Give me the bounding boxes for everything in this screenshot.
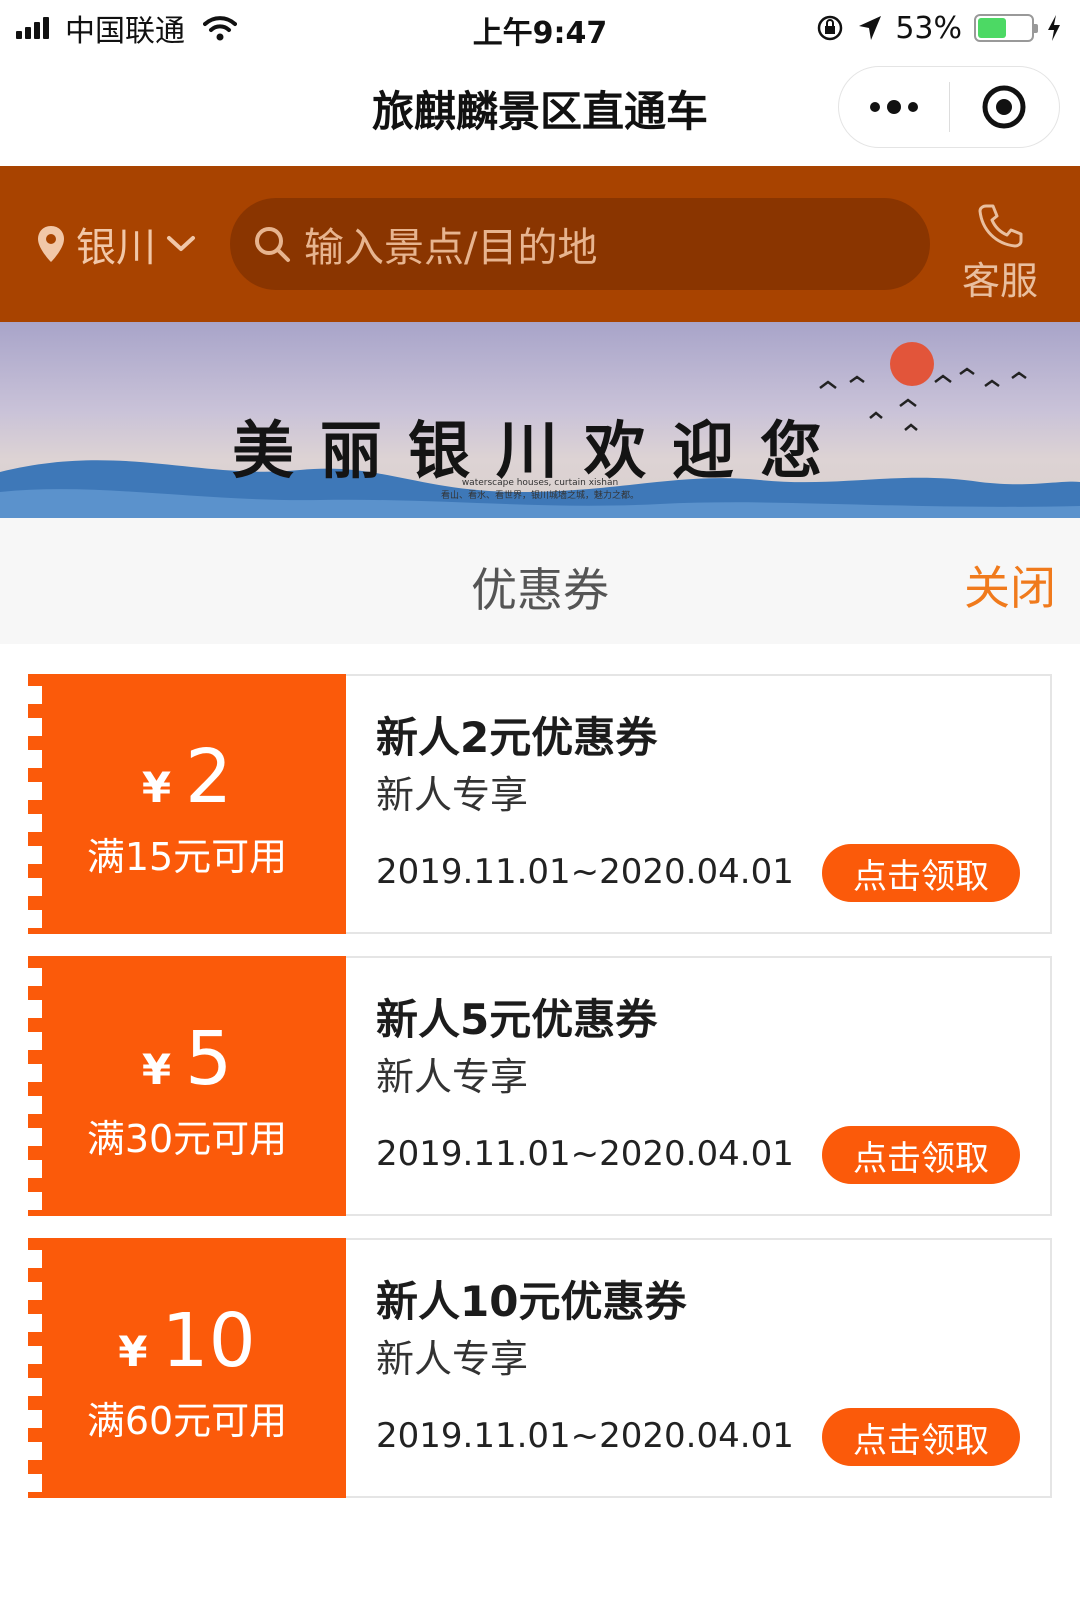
ticket-notch [28, 1096, 42, 1114]
coupon-value-panel: ¥ 2 满15元可用 [28, 674, 346, 934]
target-icon [982, 85, 1026, 129]
nav-bar: 旅麒麟景区直通车 [0, 56, 1080, 166]
coupon-name: 新人2元优惠券 [376, 713, 658, 762]
coupon-list: ¥ 2 满15元可用 新人2元优惠券 新人专享 2019.11.01~2020.… [0, 644, 1080, 1602]
city-name: 银川 [76, 225, 156, 271]
banner-subtitle-cn: 看山、看水、看世界，银川城墙之城，魅力之都。 [440, 491, 639, 501]
battery-icon [974, 14, 1038, 42]
ticket-notch [28, 1000, 42, 1018]
coupon-name: 新人5元优惠券 [376, 995, 658, 1044]
ticket-notch [28, 718, 42, 736]
ticket-notch [28, 910, 42, 928]
currency-symbol: ¥ [141, 1045, 172, 1094]
ticket-notch [28, 1282, 42, 1300]
ticket-notch [28, 1160, 42, 1178]
coupon-card: ¥ 2 满15元可用 新人2元优惠券 新人专享 2019.11.01~2020.… [28, 674, 1052, 934]
charging-bolt-icon [1048, 15, 1060, 41]
more-button[interactable] [839, 67, 949, 147]
ticket-notch [28, 782, 42, 800]
coupon-info-panel: 新人10元优惠券 新人专享 2019.11.01~2020.04.01 点击领取 [346, 1238, 1052, 1498]
close-mini-program-button[interactable] [950, 67, 1060, 147]
banner-subtitle: waterscape houses, curtain xishan 看山、看水、… [0, 478, 1080, 501]
coupon-subtitle: 新人专享 [376, 773, 529, 817]
coupon-validity: 2019.11.01~2020.04.01 [376, 852, 794, 892]
rotation-lock-icon [818, 15, 843, 41]
ticket-notch [28, 846, 42, 864]
coupon-value-panel: ¥ 10 满60元可用 [28, 1238, 346, 1498]
banner-subtitle-en: waterscape houses, curtain xishan [461, 478, 619, 488]
coupon-amount-value: 5 [185, 1016, 233, 1102]
ticket-notch [28, 878, 42, 896]
ticket-notch [28, 1192, 42, 1210]
ticket-notch [28, 1064, 42, 1082]
coupon-amount-value: 10 [161, 1298, 256, 1384]
coupon-threshold: 满60元可用 [86, 1399, 288, 1443]
currency-symbol: ¥ [141, 763, 172, 812]
search-header: 银川 输入景点/目的地 客服 [0, 166, 1080, 322]
claim-coupon-button[interactable]: 点击领取 [822, 844, 1020, 902]
ticket-notch [28, 1474, 42, 1492]
mini-program-capsule [838, 66, 1060, 148]
ticket-notch [28, 1250, 42, 1268]
coupon-popup-title: 优惠券 [471, 563, 609, 617]
ticket-notch [28, 1128, 42, 1146]
claim-coupon-button[interactable]: 点击领取 [822, 1408, 1020, 1466]
coupon-subtitle: 新人专享 [376, 1337, 529, 1381]
coupon-value-panel: ¥ 5 满30元可用 [28, 956, 346, 1216]
status-bar: 中国联通 上午9:47 53% [0, 0, 1080, 56]
search-input[interactable]: 输入景点/目的地 [230, 198, 930, 290]
coupon-threshold: 满30元可用 [86, 1117, 288, 1161]
banner-title: 美丽银川欢迎您 [231, 414, 848, 487]
coupon-validity: 2019.11.01~2020.04.01 [376, 1134, 794, 1174]
coupon-validity: 2019.11.01~2020.04.01 [376, 1416, 794, 1456]
chevron-down-icon [167, 236, 195, 251]
battery-percent: 53% [895, 10, 962, 46]
customer-service-label: 客服 [961, 259, 1038, 303]
coupon-amount: ¥ 5 [28, 1016, 346, 1102]
customer-service-button[interactable]: 客服 [958, 202, 1042, 305]
coupon-amount: ¥ 10 [28, 1298, 346, 1384]
ticket-notch [28, 1032, 42, 1050]
close-button[interactable]: 关闭 [964, 552, 1056, 618]
coupon-card: ¥ 10 满60元可用 新人10元优惠券 新人专享 2019.11.01~202… [28, 1238, 1052, 1498]
phone-icon [978, 204, 1023, 248]
coupon-name: 新人10元优惠券 [376, 1277, 687, 1326]
ticket-notch [28, 1346, 42, 1364]
ticket-notch [28, 686, 42, 704]
search-icon [255, 227, 290, 262]
ticket-notch [28, 968, 42, 986]
city-selector[interactable]: 银川 [36, 216, 196, 272]
coupon-amount: ¥ 2 [28, 734, 346, 820]
ticket-notch [28, 1410, 42, 1428]
coupon-popup-header: 优惠券 关闭 [0, 518, 1080, 644]
ticket-notch [28, 1314, 42, 1332]
coupon-subtitle: 新人专享 [376, 1055, 529, 1099]
currency-symbol: ¥ [118, 1327, 148, 1376]
location-arrow-icon [859, 16, 882, 40]
coupon-info-panel: 新人2元优惠券 新人专享 2019.11.01~2020.04.01 点击领取 [346, 674, 1052, 934]
ticket-notch [28, 1378, 42, 1396]
coupon-amount-value: 2 [185, 734, 233, 820]
status-right: 53% [815, 8, 1062, 48]
ticket-notch [28, 1442, 42, 1460]
ticket-notch [28, 814, 42, 832]
claim-coupon-button[interactable]: 点击领取 [822, 1126, 1020, 1184]
coupon-card: ¥ 5 满30元可用 新人5元优惠券 新人专享 2019.11.01~2020.… [28, 956, 1052, 1216]
map-pin-icon [38, 226, 64, 262]
coupon-threshold: 满15元可用 [86, 835, 288, 879]
battery-fill [978, 18, 1006, 38]
coupon-info-panel: 新人5元优惠券 新人专享 2019.11.01~2020.04.01 点击领取 [346, 956, 1052, 1216]
ticket-notch [28, 750, 42, 768]
search-placeholder: 输入景点/目的地 [304, 225, 598, 271]
promo-banner[interactable]: 美丽银川欢迎您 waterscape houses, curtain xisha… [0, 322, 1080, 518]
